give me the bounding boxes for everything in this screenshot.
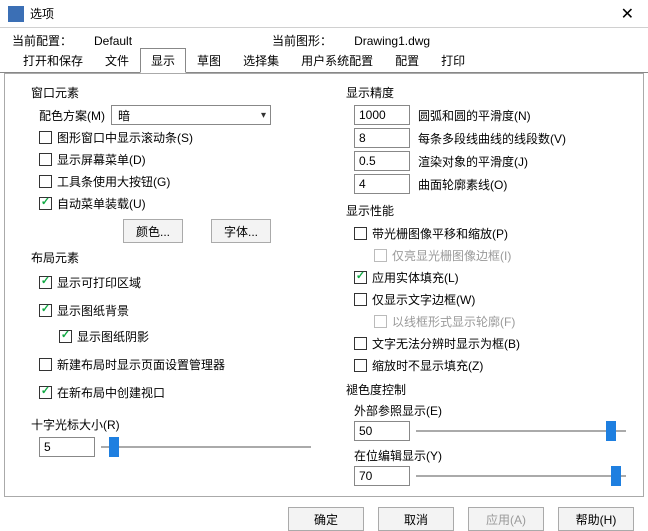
xref-fade-slider[interactable] bbox=[416, 421, 626, 441]
tab-files[interactable]: 文件 bbox=[94, 48, 140, 73]
label-text-frame: 仅显示文字边框(W) bbox=[372, 291, 475, 308]
ok-button[interactable]: 确定 bbox=[288, 507, 364, 531]
checkbox-solid-fill[interactable] bbox=[354, 271, 367, 284]
inplace-fade-input[interactable]: 70 bbox=[354, 466, 410, 486]
label-screenmenu: 显示屏幕菜单(D) bbox=[57, 151, 146, 168]
cancel-button[interactable]: 取消 bbox=[378, 507, 454, 531]
tab-bar: 打开和保存 文件 显示 草图 选择集 用户系统配置 配置 打印 bbox=[0, 51, 648, 73]
contour-lines-input[interactable]: 4 bbox=[354, 174, 410, 194]
checkbox-text-frame[interactable] bbox=[354, 293, 367, 306]
crosshair-input[interactable]: 5 bbox=[39, 437, 95, 457]
label-highlight-raster: 仅亮显光栅图像边框(I) bbox=[392, 247, 511, 264]
label-zoom-fill: 缩放时不显示填充(Z) bbox=[372, 357, 483, 374]
checkbox-largeicons[interactable] bbox=[39, 175, 52, 188]
help-button[interactable]: 帮助(H) bbox=[558, 507, 634, 531]
label-paperbg: 显示图纸背景 bbox=[57, 302, 129, 319]
label-text-block: 文字无法分辨时显示为框(B) bbox=[372, 335, 520, 352]
display-performance-title: 显示性能 bbox=[346, 202, 631, 219]
current-config-label: 当前配置： bbox=[12, 32, 72, 49]
label-raster-pan: 带光栅图像平移和缩放(P) bbox=[372, 225, 508, 242]
inplace-fade-slider[interactable] bbox=[416, 466, 626, 486]
display-precision-title: 显示精度 bbox=[346, 84, 631, 101]
tab-open-save[interactable]: 打开和保存 bbox=[12, 48, 94, 73]
checkbox-scrollbars[interactable] bbox=[39, 131, 52, 144]
arc-smoothness-input[interactable]: 1000 bbox=[354, 105, 410, 125]
dialog-footer: 确定 取消 应用(A) 帮助(H) bbox=[0, 497, 648, 531]
checkbox-text-block[interactable] bbox=[354, 337, 367, 350]
label-printable: 显示可打印区域 bbox=[57, 274, 141, 291]
label-scrollbars: 图形窗口中显示滚动条(S) bbox=[57, 129, 193, 146]
xref-fade-input[interactable]: 50 bbox=[354, 421, 410, 441]
right-column: 显示精度 1000 圆弧和圆的平滑度(N) 8 每条多段线曲线的线段数(V) 0.5… bbox=[328, 78, 635, 496]
apply-button[interactable]: 应用(A) bbox=[468, 507, 544, 531]
contour-lines-label: 曲面轮廓素线(O) bbox=[418, 176, 507, 193]
color-scheme-row: 配色方案(M) 暗 ▾ bbox=[39, 105, 320, 125]
slider-thumb[interactable] bbox=[611, 466, 621, 486]
render-smoothness-label: 渲染对象的平滑度(J) bbox=[418, 153, 528, 170]
close-button[interactable]: ✕ bbox=[615, 4, 640, 24]
fonts-button[interactable]: 字体... bbox=[211, 219, 271, 243]
xref-label: 外部参照显示(E) bbox=[354, 402, 635, 419]
tab-plot[interactable]: 打印 bbox=[430, 48, 476, 73]
colors-button[interactable]: 颜色... bbox=[123, 219, 183, 243]
current-config-value: Default bbox=[94, 34, 132, 48]
checkbox-raster-pan[interactable] bbox=[354, 227, 367, 240]
tab-display[interactable]: 显示 bbox=[140, 48, 186, 73]
color-scheme-label: 配色方案(M) bbox=[39, 107, 105, 124]
tab-user-prefs[interactable]: 用户系统配置 bbox=[290, 48, 384, 73]
checkbox-newlayout[interactable] bbox=[39, 358, 52, 371]
slider-thumb[interactable] bbox=[606, 421, 616, 441]
checkbox-automenu[interactable] bbox=[39, 197, 52, 210]
app-icon bbox=[8, 6, 24, 22]
checkbox-highlight-raster bbox=[374, 249, 387, 262]
fade-control-title: 褪色度控制 bbox=[346, 381, 631, 398]
checkbox-zoom-fill[interactable] bbox=[354, 359, 367, 372]
label-solid-fill: 应用实体填充(L) bbox=[372, 269, 459, 286]
crosshair-title: 十字光标大小(R) bbox=[31, 416, 316, 433]
options-body: 窗口元素 配色方案(M) 暗 ▾ 图形窗口中显示滚动条(S) 显示屏幕菜单(D)… bbox=[4, 73, 644, 497]
render-smoothness-input[interactable]: 0.5 bbox=[354, 151, 410, 171]
layout-elements-title: 布局元素 bbox=[31, 249, 316, 266]
checkbox-newvp[interactable] bbox=[39, 386, 52, 399]
tab-profiles[interactable]: 配置 bbox=[384, 48, 430, 73]
checkbox-printable[interactable] bbox=[39, 276, 52, 289]
checkbox-shadow[interactable] bbox=[59, 330, 72, 343]
inplace-label: 在位编辑显示(Y) bbox=[354, 447, 635, 464]
window-title: 选项 bbox=[30, 5, 54, 22]
color-scheme-value: 暗 bbox=[118, 107, 130, 124]
polyline-segments-label: 每条多段线曲线的线段数(V) bbox=[418, 130, 566, 147]
left-column: 窗口元素 配色方案(M) 暗 ▾ 图形窗口中显示滚动条(S) 显示屏幕菜单(D)… bbox=[13, 78, 320, 496]
slider-thumb[interactable] bbox=[109, 437, 119, 457]
polyline-segments-input[interactable]: 8 bbox=[354, 128, 410, 148]
tab-selection[interactable]: 选择集 bbox=[232, 48, 290, 73]
label-wireframe: 以线框形式显示轮廓(F) bbox=[392, 313, 515, 330]
current-drawing-value: Drawing1.dwg bbox=[354, 34, 430, 48]
chevron-down-icon: ▾ bbox=[261, 110, 266, 121]
window-elements-title: 窗口元素 bbox=[31, 84, 316, 101]
color-scheme-select[interactable]: 暗 ▾ bbox=[111, 105, 271, 125]
current-drawing-label: 当前图形： bbox=[272, 32, 332, 49]
checkbox-paperbg[interactable] bbox=[39, 304, 52, 317]
label-shadow: 显示图纸阴影 bbox=[77, 328, 149, 345]
label-largeicons: 工具条使用大按钮(G) bbox=[57, 173, 170, 190]
label-newvp: 在新布局中创建视口 bbox=[57, 384, 165, 401]
checkbox-wireframe bbox=[374, 315, 387, 328]
title-bar: 选项 ✕ bbox=[0, 0, 648, 28]
arc-smoothness-label: 圆弧和圆的平滑度(N) bbox=[418, 107, 531, 124]
label-automenu: 自动菜单装载(U) bbox=[57, 195, 146, 212]
crosshair-slider[interactable] bbox=[101, 437, 311, 457]
tab-drafting[interactable]: 草图 bbox=[186, 48, 232, 73]
checkbox-screenmenu[interactable] bbox=[39, 153, 52, 166]
label-newlayout: 新建布局时显示页面设置管理器 bbox=[57, 356, 225, 373]
